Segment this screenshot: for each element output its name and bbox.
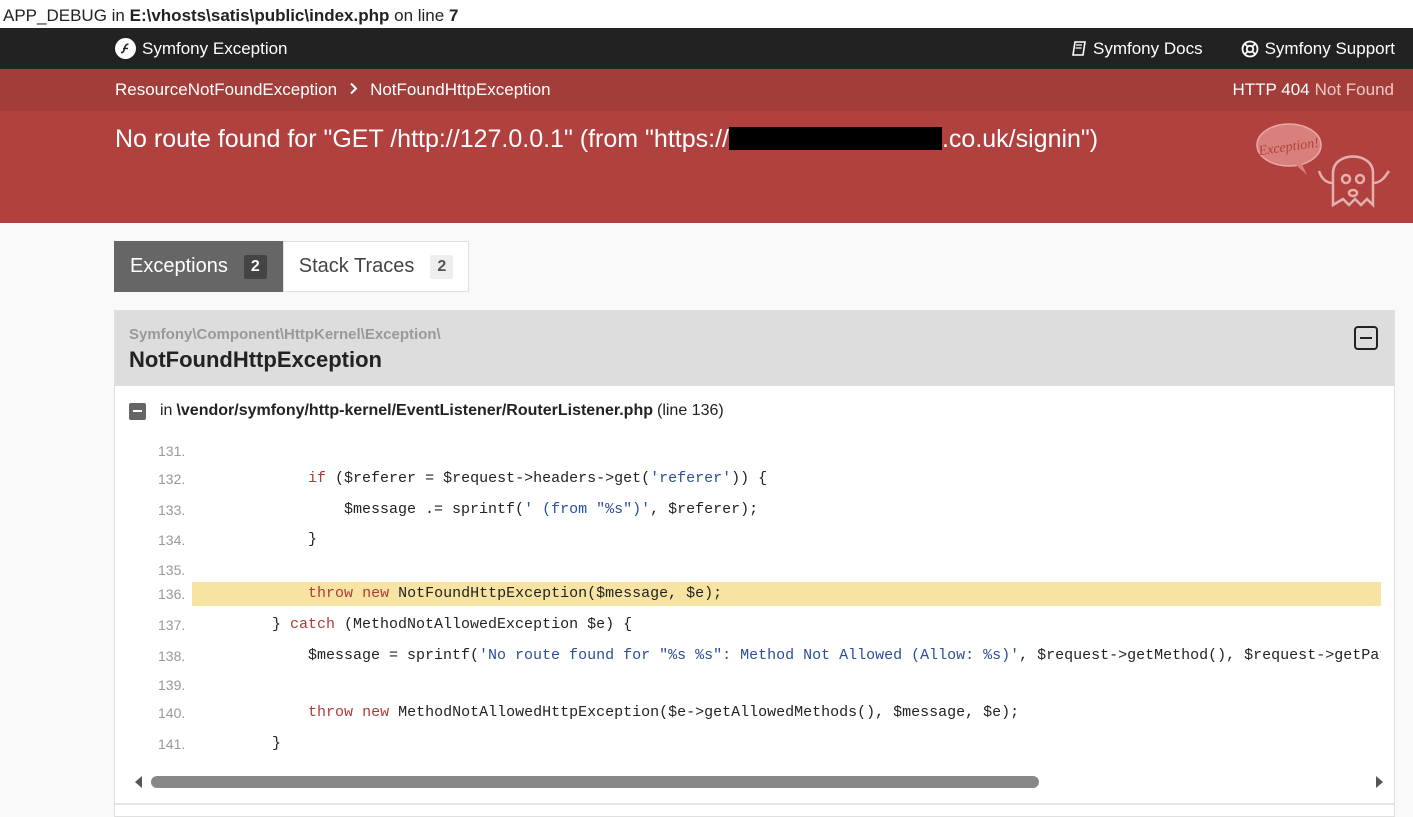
line-number: 141. <box>158 736 186 752</box>
exception-message: No route found for "GET /http://127.0.0.… <box>115 125 1098 154</box>
exception-namespace: Symfony\Component\HttpKernel\Exception\ <box>129 326 441 343</box>
chevron-right-icon <box>349 80 358 100</box>
collapse-button[interactable] <box>1354 326 1378 350</box>
exception-panel-header: Symfony\Component\HttpKernel\Exception\ … <box>115 311 1394 386</box>
message-end: .co.uk/signin") <box>941 125 1099 153</box>
minus-icon <box>133 410 142 412</box>
debug-line-number: 7 <box>448 6 459 25</box>
code-line: 139. <box>115 673 1381 697</box>
tab-stack-traces[interactable]: Stack Traces 2 <box>282 241 470 292</box>
symfony-logo-icon <box>115 38 136 59</box>
line-number: 131. <box>158 443 186 459</box>
tab-exceptions-label: Exceptions <box>130 255 228 277</box>
debug-path: E:\vhosts\satis\public\index.php <box>129 6 390 25</box>
debug-prefix: APP_DEBUG in <box>3 6 125 25</box>
code-line: 135. <box>115 558 1381 582</box>
status-text: Not Found <box>1314 80 1394 99</box>
breadcrumb-items: ResourceNotFoundException NotFoundHttpEx… <box>115 69 551 111</box>
code-line: 134. } <box>115 528 1381 552</box>
docs-label: Symfony Docs <box>1093 38 1203 58</box>
line-number: 137. <box>158 617 186 633</box>
breadcrumb-item-resource-not-found[interactable]: ResourceNotFoundException <box>115 80 337 100</box>
line-number: 139. <box>158 677 186 693</box>
line-number: 135. <box>158 562 186 578</box>
line-source: throw new NotFoundHttpException($message… <box>192 582 1381 606</box>
code-line: 132. if ($referer = $request->headers->g… <box>115 467 1381 491</box>
exception-panel: Symfony\Component\HttpKernel\Exception\ … <box>114 310 1395 817</box>
breadcrumb-item-not-found-http[interactable]: NotFoundHttpException <box>370 80 551 100</box>
line-source: } catch (MethodNotAllowedException $e) { <box>200 616 633 633</box>
scroll-right-icon[interactable] <box>1376 776 1383 788</box>
http-status: HTTP 404 Not Found <box>1232 69 1394 111</box>
top-navbar: Symfony Exception Symfony Docs Symfony S… <box>0 28 1413 69</box>
brand[interactable]: Symfony Exception <box>115 28 288 69</box>
status-code: HTTP 404 <box>1232 80 1310 99</box>
redacted-block <box>728 127 942 150</box>
file-path: \vendor/symfony/http-kernel/EventListene… <box>176 402 653 419</box>
brand-label: Symfony Exception <box>142 38 288 58</box>
minus-icon <box>1360 337 1372 339</box>
code-line: 137. } catch (MethodNotAllowedException … <box>115 613 1381 637</box>
tab-exceptions[interactable]: Exceptions 2 <box>114 241 283 292</box>
top-nav: Symfony Docs Symfony Support <box>1033 28 1395 69</box>
breadcrumb: ResourceNotFoundException NotFoundHttpEx… <box>0 69 1413 111</box>
code-line: 136. throw new NotFoundHttpException($me… <box>115 582 1381 606</box>
line-number: 133. <box>158 502 186 518</box>
panel-divider <box>115 803 1394 805</box>
horizontal-scrollbar[interactable] <box>133 773 1383 791</box>
symfony-support-link[interactable]: Symfony Support <box>1241 39 1395 59</box>
line-source: if ($referer = $request->headers->get('r… <box>308 470 768 487</box>
line-number: 140. <box>158 705 186 721</box>
code-line: 131. <box>115 439 1381 463</box>
exception-ghost-icon: Exception! <box>1256 123 1391 209</box>
line-number: 132. <box>158 471 186 487</box>
scrollbar-thumb[interactable] <box>151 776 1039 788</box>
code-line: 138. $message = sprintf('No route found … <box>115 644 1381 668</box>
exception-class: NotFoundHttpException <box>129 347 382 372</box>
debug-on-line: on line <box>394 6 445 25</box>
code-line: 133. $message .= sprintf(' (from "%s")',… <box>115 498 1381 522</box>
code-excerpt: 131. 132. if ($referer = $request->header… <box>115 439 1381 769</box>
code-line: 140. throw new MethodNotAllowedHttpExcep… <box>115 701 1381 725</box>
exception-tabs: Exceptions 2 Stack Traces 2 <box>114 241 470 292</box>
file-in-label: in <box>160 402 173 419</box>
line-source: $message = sprintf('No route found for "… <box>200 647 1381 664</box>
lifebuoy-icon <box>1241 40 1258 57</box>
message-start: No route found for "GET /http://127.0.0.… <box>115 125 729 153</box>
support-label: Symfony Support <box>1264 38 1395 58</box>
code-line: 141. } <box>115 732 1381 756</box>
app-debug-line: APP_DEBUG in E:\vhosts\satis\public\inde… <box>0 0 1413 28</box>
line-source: } <box>200 735 282 752</box>
tab-exceptions-count: 2 <box>243 254 267 279</box>
toggle-trace-button[interactable] <box>129 402 146 420</box>
file-line: (line 136) <box>656 402 724 419</box>
line-number: 136. <box>158 586 186 602</box>
scroll-left-icon[interactable] <box>135 776 142 788</box>
line-source: } <box>200 531 318 548</box>
line-source: $message .= sprintf(' (from "%s")', $ref… <box>200 501 759 518</box>
exception-header: ResourceNotFoundException NotFoundHttpEx… <box>0 69 1413 223</box>
tab-stack-traces-count: 2 <box>430 254 454 279</box>
tab-stack-traces-label: Stack Traces <box>298 255 415 277</box>
symfony-docs-link[interactable]: Symfony Docs <box>1071 39 1203 59</box>
line-number: 138. <box>158 648 186 664</box>
file-location: in \vendor/symfony/http-kernel/EventList… <box>129 401 724 421</box>
line-source: throw new MethodNotAllowedHttpException(… <box>308 704 1020 721</box>
line-number: 134. <box>158 532 186 548</box>
book-icon <box>1072 40 1086 56</box>
